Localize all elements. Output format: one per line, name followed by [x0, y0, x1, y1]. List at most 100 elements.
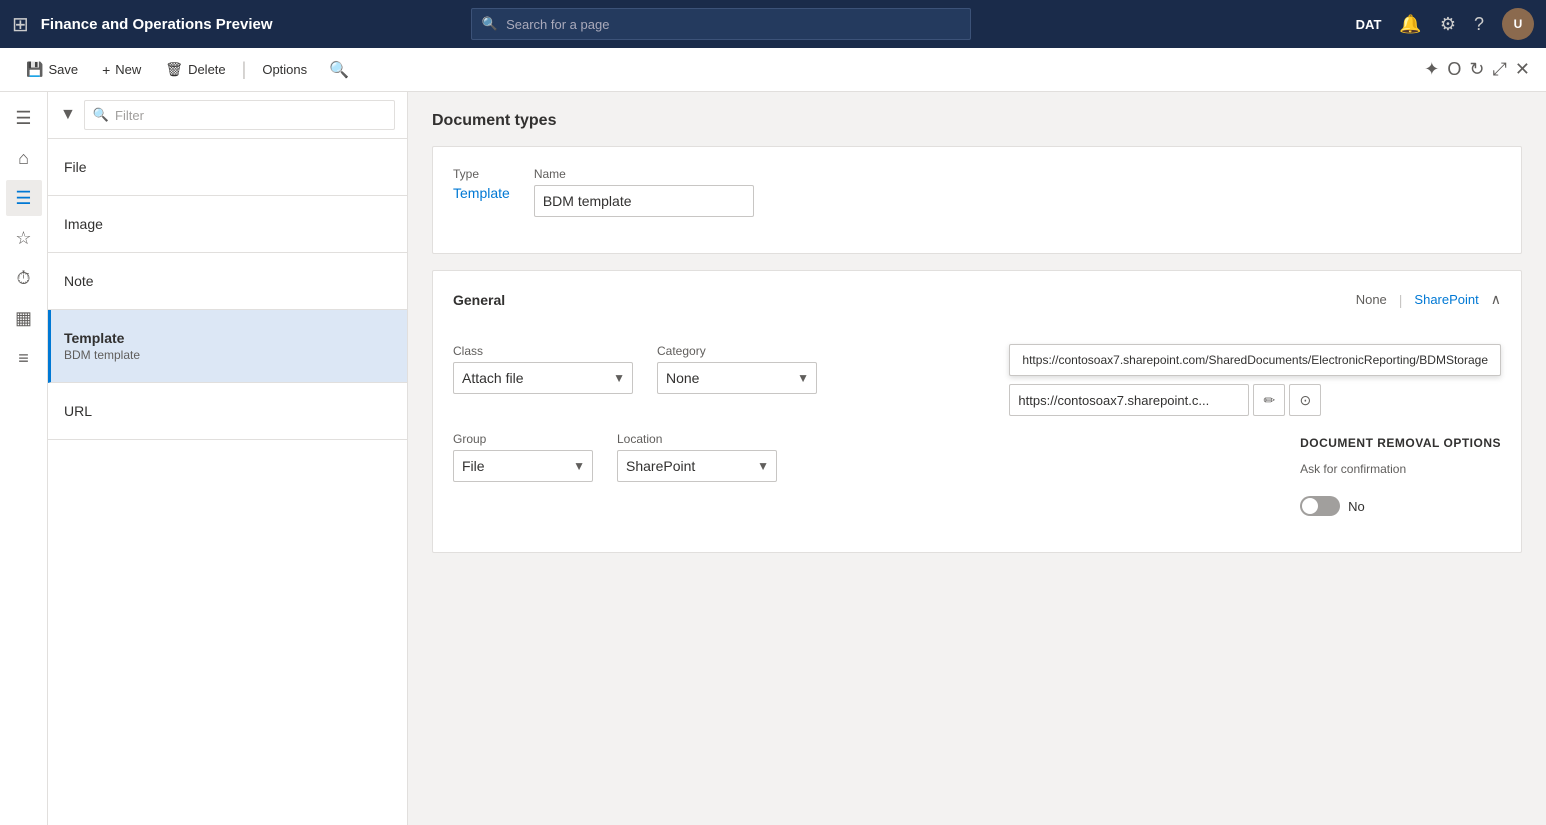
top-nav-right: DAT 🔔 ⚙ ? U — [1356, 8, 1534, 40]
side-nav-active[interactable]: ☰ — [6, 180, 42, 216]
save-button[interactable]: 💾 Save — [16, 55, 88, 84]
name-label: Name — [534, 167, 754, 181]
url-more-button[interactable]: ⊙ — [1289, 384, 1321, 416]
delete-icon: 🗑 — [165, 61, 183, 78]
type-name-row: Type Template Name — [453, 167, 1501, 217]
category-select[interactable]: None — [657, 362, 817, 394]
toggle-label: No — [1348, 499, 1365, 514]
list-item-empty — [48, 440, 407, 640]
group-select[interactable]: File Image Note URL — [453, 450, 593, 482]
list-item-label: URL — [64, 403, 92, 419]
sharepoint-url-tooltip: https://contosoax7.sharepoint.com/Shared… — [1009, 344, 1501, 376]
ask-confirmation-label: Ask for confirmation — [1300, 462, 1430, 476]
side-nav-favorites[interactable]: ☆ — [6, 220, 42, 256]
doc-removal-section: DOCUMENT REMOVAL OPTIONS Ask for confirm… — [1300, 436, 1501, 516]
refresh-icon[interactable]: ↻ — [1469, 59, 1484, 80]
notification-icon[interactable]: 🔔 — [1399, 14, 1421, 35]
list-item-label: Image — [64, 216, 103, 232]
side-nav-workspaces[interactable]: ▦ — [6, 300, 42, 336]
tab-none[interactable]: None — [1356, 292, 1387, 307]
tab-sharepoint[interactable]: SharePoint — [1414, 292, 1478, 307]
doc-removal-title: DOCUMENT REMOVAL OPTIONS — [1300, 436, 1501, 450]
filter-input-wrapper[interactable]: 🔍 Filter — [84, 100, 395, 130]
location-group: Location SharePoint Database Azure stora… — [617, 432, 777, 482]
search-icon: 🔍 — [482, 16, 498, 32]
sparkle-icon[interactable]: ✦ — [1424, 59, 1439, 80]
url-input-row: ✏ ⊙ — [1009, 384, 1501, 416]
side-nav-recent[interactable]: ⏱ — [6, 260, 42, 296]
group-select-wrapper: File Image Note URL ▼ — [453, 450, 593, 482]
filter-icon[interactable]: ▼ — [60, 106, 76, 124]
list-item-template[interactable]: Template BDM template — [48, 310, 407, 383]
app-grid-icon[interactable]: ⊞ — [12, 12, 29, 37]
top-nav: ⊞ Finance and Operations Preview 🔍 Searc… — [0, 0, 1546, 48]
side-nav-hamburger[interactable]: ☰ — [6, 100, 42, 136]
location-select[interactable]: SharePoint Database Azure storage — [617, 450, 777, 482]
tab-expand-icon[interactable]: ∧ — [1491, 291, 1501, 308]
close-icon[interactable]: ✕ — [1515, 59, 1530, 80]
office-icon[interactable]: O — [1447, 59, 1461, 80]
class-select-wrapper: Attach file Attach URL Simple note ▼ — [453, 362, 633, 394]
new-icon: + — [102, 62, 110, 78]
side-nav-modules[interactable]: ≡ — [6, 340, 42, 376]
list-item-url[interactable]: URL — [48, 383, 407, 440]
toggle-row: Ask for confirmation — [1300, 462, 1501, 480]
location-select-wrapper: SharePoint Database Azure storage ▼ — [617, 450, 777, 482]
location-label: Location — [617, 432, 777, 446]
general-section: General None | SharePoint ∧ Class Attach… — [432, 270, 1522, 553]
expand-icon[interactable]: ⤢ — [1493, 59, 1507, 80]
category-label: Category — [657, 344, 817, 358]
name-input[interactable] — [534, 185, 754, 217]
list-item-label: Template — [64, 330, 391, 346]
list-item-label: Note — [64, 273, 94, 289]
group-location-row: Group File Image Note URL ▼ Location — [453, 432, 1501, 516]
list-item-file[interactable]: File — [48, 139, 407, 196]
command-bar: 💾 Save + New 🗑 Delete | Options 🔍 ✦ O ↻ … — [0, 48, 1546, 92]
avatar[interactable]: U — [1502, 8, 1534, 40]
list-item-subtitle: BDM template — [64, 348, 391, 362]
cmd-right-icons: ✦ O ↻ ⤢ ✕ — [1424, 59, 1530, 80]
class-label: Class — [453, 344, 633, 358]
layout: ☰ ⌂ ☰ ☆ ⏱ ▦ ≡ ▼ 🔍 Filter File Image Note… — [0, 92, 1546, 825]
url-edit-button[interactable]: ✏ — [1253, 384, 1285, 416]
category-select-wrapper: None ▼ — [657, 362, 817, 394]
class-category-row: Class Attach file Attach URL Simple note… — [453, 344, 1501, 416]
filter-search-icon: 🔍 — [93, 107, 109, 123]
help-icon[interactable]: ? — [1474, 14, 1484, 35]
list-item-image[interactable]: Image — [48, 196, 407, 253]
general-label: General — [453, 292, 505, 308]
main-content: Document types Type Template Name Genera… — [408, 92, 1546, 825]
filter-placeholder: Filter — [115, 108, 144, 123]
list-item-label: File — [64, 159, 87, 175]
cmd-search-icon[interactable]: 🔍 — [329, 60, 349, 80]
list-item-note[interactable]: Note — [48, 253, 407, 310]
global-search[interactable]: 🔍 Search for a page — [471, 8, 971, 40]
general-header: General None | SharePoint ∧ — [453, 291, 1501, 324]
class-select[interactable]: Attach file Attach URL Simple note — [453, 362, 633, 394]
type-label: Type — [453, 167, 510, 181]
app-title: Finance and Operations Preview — [41, 16, 273, 33]
type-value-link[interactable]: Template — [453, 185, 510, 201]
name-group: Name — [534, 167, 754, 217]
page-section-title: Document types — [432, 112, 1522, 130]
side-nav-home[interactable]: ⌂ — [6, 140, 42, 176]
side-nav: ☰ ⌂ ☰ ☆ ⏱ ▦ ≡ — [0, 92, 48, 825]
group-label: Group — [453, 432, 593, 446]
options-button[interactable]: Options — [252, 56, 317, 83]
new-button[interactable]: + New — [92, 56, 151, 84]
group-group: Group File Image Note URL ▼ — [453, 432, 593, 482]
list-header: ▼ 🔍 Filter — [48, 92, 407, 139]
search-placeholder: Search for a page — [506, 17, 609, 32]
section-tabs: None | SharePoint ∧ — [1356, 291, 1501, 308]
class-group: Class Attach file Attach URL Simple note… — [453, 344, 633, 394]
cmd-divider: | — [242, 59, 247, 80]
type-group: Type Template — [453, 167, 510, 201]
type-name-section: Type Template Name — [432, 146, 1522, 254]
ask-confirmation-toggle[interactable] — [1300, 496, 1340, 516]
delete-button[interactable]: 🗑 Delete — [155, 55, 235, 84]
list-panel: ▼ 🔍 Filter File Image Note Template BDM … — [48, 92, 408, 825]
sharepoint-url-input[interactable] — [1009, 384, 1249, 416]
save-icon: 💾 — [26, 61, 43, 78]
category-group: Category None ▼ — [657, 344, 817, 394]
settings-icon[interactable]: ⚙ — [1440, 14, 1456, 35]
